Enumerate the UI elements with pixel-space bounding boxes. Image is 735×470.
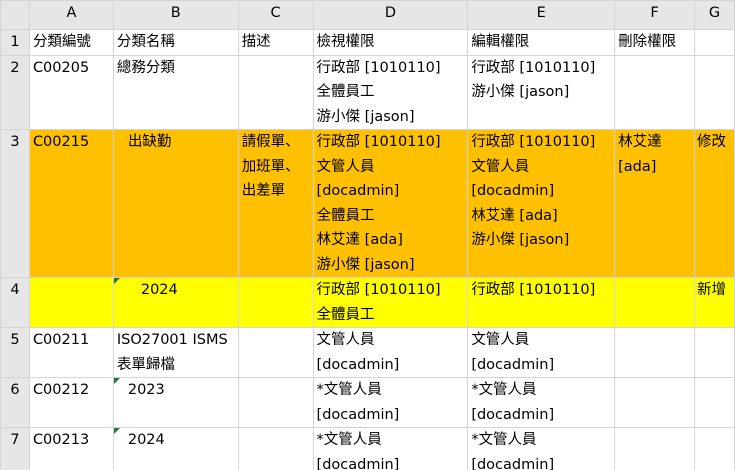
- cell-a2-text: C00205: [32, 59, 90, 76]
- cell-d7[interactable]: *文管人員 [docadmin]: [312, 427, 469, 470]
- cell-e3-text: 行政部 [1010110] 文管人員 [docadmin] 林艾達 [ada] …: [471, 134, 596, 248]
- cell-b7[interactable]: 2024: [112, 427, 239, 470]
- cell-d1[interactable]: 檢視權限: [312, 29, 469, 56]
- cell-d6-text: *文管人員 [docadmin]: [316, 382, 400, 423]
- cell-f2[interactable]: [614, 54, 695, 130]
- cell-c1[interactable]: 描述: [237, 29, 314, 56]
- cell-c4[interactable]: [237, 277, 314, 328]
- cell-e5[interactable]: 文管人員 [docadmin]: [467, 327, 616, 378]
- cell-f7[interactable]: [614, 427, 695, 470]
- cell-b1-text: 分類名稱: [116, 34, 175, 50]
- cell-b1[interactable]: 分類名稱: [112, 29, 239, 56]
- cell-g2[interactable]: [693, 54, 735, 130]
- cell-g1[interactable]: [693, 29, 735, 56]
- cell-e4[interactable]: 行政部 [1010110]: [467, 277, 616, 328]
- column-header-g[interactable]: G: [693, 0, 735, 30]
- cell-b3-text: 出缺勤: [127, 134, 172, 150]
- cell-f3-text: 林艾達 [ada]: [618, 134, 662, 175]
- cell-b5-text: ISO27001 ISMS 表單歸檔: [116, 332, 228, 373]
- cell-a5[interactable]: C00211: [28, 327, 114, 378]
- cell-e2[interactable]: 行政部 [1010110] 游小傑 [jason]: [467, 54, 616, 130]
- cell-b3[interactable]: 出缺勤: [112, 129, 239, 278]
- cell-c6[interactable]: [237, 377, 314, 428]
- cell-a6-text: C00212: [32, 382, 90, 398]
- cell-d1-text: 檢視權限: [316, 34, 375, 50]
- cell-d7-text: *文管人員 [docadmin]: [316, 432, 400, 470]
- cell-a1[interactable]: 分類編號: [28, 29, 114, 56]
- column-header-d[interactable]: D: [312, 0, 469, 30]
- cell-f3[interactable]: 林艾達 [ada]: [614, 129, 695, 278]
- column-header-f[interactable]: F: [614, 0, 695, 30]
- cell-b2[interactable]: 總務分類: [112, 54, 239, 130]
- cell-b6-text: 2023: [127, 382, 165, 398]
- cell-c3-text: 請假單、 加班單、 出差單: [241, 134, 300, 199]
- cell-g7[interactable]: [693, 427, 735, 470]
- column-header-a[interactable]: A: [28, 0, 114, 30]
- cell-g4[interactable]: 新增: [693, 277, 735, 328]
- cell-a5-text: C00211: [32, 332, 90, 348]
- cell-e1[interactable]: 編輯權限: [467, 29, 616, 56]
- cell-d3[interactable]: 行政部 [1010110] 文管人員 [docadmin] 全體員工 林艾達 […: [312, 129, 469, 278]
- cell-g3[interactable]: 修改: [693, 129, 735, 278]
- cell-e7[interactable]: *文管人員 [docadmin]: [467, 427, 616, 470]
- row-header-1[interactable]: 1: [0, 29, 30, 56]
- cell-d6[interactable]: *文管人員 [docadmin]: [312, 377, 469, 428]
- cell-e6-text: *文管人員 [docadmin]: [471, 382, 555, 423]
- cell-b4-text: 2024: [140, 282, 178, 298]
- cell-a7[interactable]: C00213: [28, 427, 114, 470]
- row-header-4[interactable]: 4: [0, 277, 30, 328]
- row-header-3[interactable]: 3: [0, 129, 30, 278]
- cell-a4[interactable]: [28, 277, 114, 328]
- row-header-7[interactable]: 7: [0, 427, 30, 470]
- cell-f1[interactable]: 刪除權限: [614, 29, 695, 56]
- cell-a6[interactable]: C00212: [28, 377, 114, 428]
- cell-e4-text: 行政部 [1010110]: [471, 282, 596, 298]
- cell-e5-text: 文管人員 [docadmin]: [471, 332, 555, 373]
- row-header-2[interactable]: 2: [0, 54, 30, 130]
- select-all-corner[interactable]: [0, 0, 30, 30]
- cell-d4-text: 行政部 [1010110] 全體員工: [316, 282, 441, 323]
- cell-c5[interactable]: [237, 327, 314, 378]
- cell-c3[interactable]: 請假單、 加班單、 出差單: [237, 129, 314, 278]
- cell-g5[interactable]: [693, 327, 735, 378]
- cell-a3[interactable]: C00215: [28, 129, 114, 278]
- cell-f4[interactable]: [614, 277, 695, 328]
- cell-e7-text: *文管人員 [docadmin]: [471, 432, 555, 470]
- cell-f5[interactable]: [614, 327, 695, 378]
- cell-e1-text: 編輯權限: [471, 34, 530, 50]
- column-header-b[interactable]: B: [112, 0, 239, 30]
- cell-b4[interactable]: 2024: [112, 277, 239, 328]
- cell-b2-text: 總務分類: [116, 59, 175, 76]
- row-header-6[interactable]: 6: [0, 377, 30, 428]
- cell-f6[interactable]: [614, 377, 695, 428]
- cell-a1-text: 分類編號: [32, 34, 91, 50]
- sheet-grid: A B C D E F G 1 分類編號 分類名稱 描述 檢視權限 編輯權限 刪…: [0, 0, 735, 470]
- spreadsheet: A B C D E F G 1 分類編號 分類名稱 描述 檢視權限 編輯權限 刪…: [0, 0, 735, 470]
- cell-c7[interactable]: [237, 427, 314, 470]
- cell-b5[interactable]: ISO27001 ISMS 表單歸檔: [112, 327, 239, 378]
- cell-d2-text: 行政部 [1010110] 全體員工 游小傑 [jason]: [316, 59, 441, 125]
- cell-b6[interactable]: 2023: [112, 377, 239, 428]
- cell-d5-text: 文管人員 [docadmin]: [316, 332, 400, 373]
- cell-e6[interactable]: *文管人員 [docadmin]: [467, 377, 616, 428]
- cell-d2[interactable]: 行政部 [1010110] 全體員工 游小傑 [jason]: [312, 54, 469, 130]
- cell-g3-text: 修改: [696, 134, 726, 150]
- cell-g6[interactable]: [693, 377, 735, 428]
- cell-a3-text: C00215: [32, 134, 90, 150]
- cell-e2-text: 行政部 [1010110] 游小傑 [jason]: [471, 59, 596, 101]
- row-header-5[interactable]: 5: [0, 327, 30, 378]
- cell-d5[interactable]: 文管人員 [docadmin]: [312, 327, 469, 378]
- cell-g4-text: 新增: [696, 282, 726, 298]
- column-header-e[interactable]: E: [467, 0, 616, 30]
- cell-a2[interactable]: C00205: [28, 54, 114, 130]
- cell-f1-text: 刪除權限: [618, 34, 677, 50]
- cell-c2[interactable]: [237, 54, 314, 130]
- cell-e3[interactable]: 行政部 [1010110] 文管人員 [docadmin] 林艾達 [ada] …: [467, 129, 616, 278]
- cell-d4[interactable]: 行政部 [1010110] 全體員工: [312, 277, 469, 328]
- cell-c1-text: 描述: [241, 34, 271, 50]
- cell-a7-text: C00213: [32, 432, 90, 448]
- column-header-c[interactable]: C: [237, 0, 314, 30]
- cell-d3-text: 行政部 [1010110] 文管人員 [docadmin] 全體員工 林艾達 […: [316, 134, 441, 273]
- cell-b7-text: 2024: [127, 432, 165, 448]
